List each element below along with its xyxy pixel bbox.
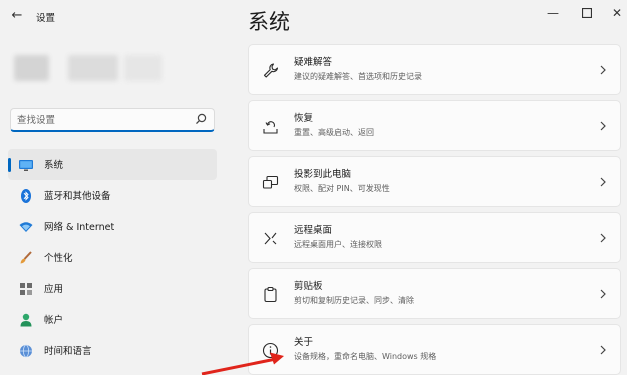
sidebar-item-system[interactable]: 系统 (8, 149, 217, 180)
sidebar-item-time-language[interactable]: 时间和语言 (8, 335, 217, 366)
sidebar-item-label: 时间和语言 (44, 346, 92, 357)
chevron-right-icon (600, 289, 606, 299)
card-title: 投影到此电脑 (294, 169, 352, 180)
sidebar-item-bluetooth[interactable]: 蓝牙和其他设备 (8, 180, 217, 211)
sidebar-item-apps[interactable]: 应用 (8, 273, 217, 304)
chevron-right-icon (600, 345, 606, 355)
card-subtitle: 建议的疑难解答、首选项和历史记录 (294, 72, 422, 81)
card-remote-desktop[interactable]: 远程桌面 远程桌面用户、连接权限 (248, 212, 621, 263)
selection-indicator (8, 158, 11, 172)
sidebar-item-accounts[interactable]: 帐户 (8, 304, 217, 335)
title-bar: ← 设置 — ✕ (0, 0, 627, 34)
person-icon (20, 313, 32, 327)
sidebar-item-label: 帐户 (44, 315, 64, 326)
sidebar-item-network[interactable]: 网络 & Internet (8, 211, 217, 242)
card-title: 远程桌面 (294, 225, 333, 236)
card-troubleshoot[interactable]: 疑难解答 建议的疑难解答、首选项和历史记录 (248, 44, 621, 95)
app-title: 设置 (36, 13, 56, 24)
chevron-right-icon (600, 121, 606, 131)
chevron-right-icon (600, 177, 606, 187)
sidebar-item-label: 蓝牙和其他设备 (44, 191, 111, 202)
close-button[interactable]: ✕ (605, 4, 627, 22)
sidebar-item-label: 网络 & Internet (44, 222, 115, 233)
card-recovery[interactable]: 恢复 重置、高级启动、返回 (248, 100, 621, 151)
card-title: 疑难解答 (294, 57, 333, 68)
sidebar-item-label: 系统 (44, 160, 64, 171)
remote-desktop-icon (264, 232, 277, 245)
annotation-arrow-icon (201, 352, 284, 375)
card-subtitle: 设备规格，重命名电脑、Windows 规格 (294, 352, 437, 361)
card-title: 剪贴板 (294, 281, 323, 292)
sidebar-nav: 系统 蓝牙和其他设备 网络 & Internet 个性化 应用 帐户 时间和语言 (8, 149, 217, 366)
wrench-icon (263, 63, 279, 78)
card-subtitle: 远程桌面用户、连接权限 (294, 240, 382, 249)
brush-icon (20, 251, 32, 264)
wifi-icon (19, 222, 33, 232)
avatar[interactable] (14, 55, 49, 81)
card-project-to-pc[interactable]: 投影到此电脑 权限、配对 PIN、可发现性 (248, 156, 621, 207)
sidebar-item-label: 个性化 (44, 253, 73, 264)
account-name (68, 55, 118, 81)
card-subtitle: 权限、配对 PIN、可发现性 (294, 184, 390, 193)
project-icon (262, 175, 279, 189)
monitor-icon (19, 160, 33, 171)
minimize-button[interactable]: — (541, 4, 565, 22)
apps-icon (20, 283, 32, 295)
maximize-button[interactable] (575, 4, 599, 22)
card-subtitle: 剪切和复制历史记录、同步、清除 (294, 296, 414, 305)
chevron-right-icon (600, 65, 606, 75)
globe-clock-icon (20, 344, 32, 358)
recovery-icon (263, 121, 278, 134)
search-box[interactable] (10, 108, 215, 132)
sidebar-item-label: 应用 (44, 284, 64, 295)
search-input[interactable] (15, 112, 199, 129)
card-title: 恢复 (294, 113, 314, 124)
account-email (124, 55, 162, 81)
page-title: 系统 (248, 10, 290, 34)
back-arrow-icon[interactable]: ← (9, 8, 25, 24)
sidebar-item-personalization[interactable]: 个性化 (8, 242, 217, 273)
chevron-right-icon (600, 233, 606, 243)
clipboard-icon (264, 286, 277, 303)
card-about[interactable]: 关于 设备规格，重命名电脑、Windows 规格 (248, 324, 621, 375)
card-clipboard[interactable]: 剪贴板 剪切和复制历史记录、同步、清除 (248, 268, 621, 319)
bluetooth-icon (21, 189, 31, 203)
card-subtitle: 重置、高级启动、返回 (294, 128, 374, 137)
search-icon[interactable] (194, 112, 208, 126)
